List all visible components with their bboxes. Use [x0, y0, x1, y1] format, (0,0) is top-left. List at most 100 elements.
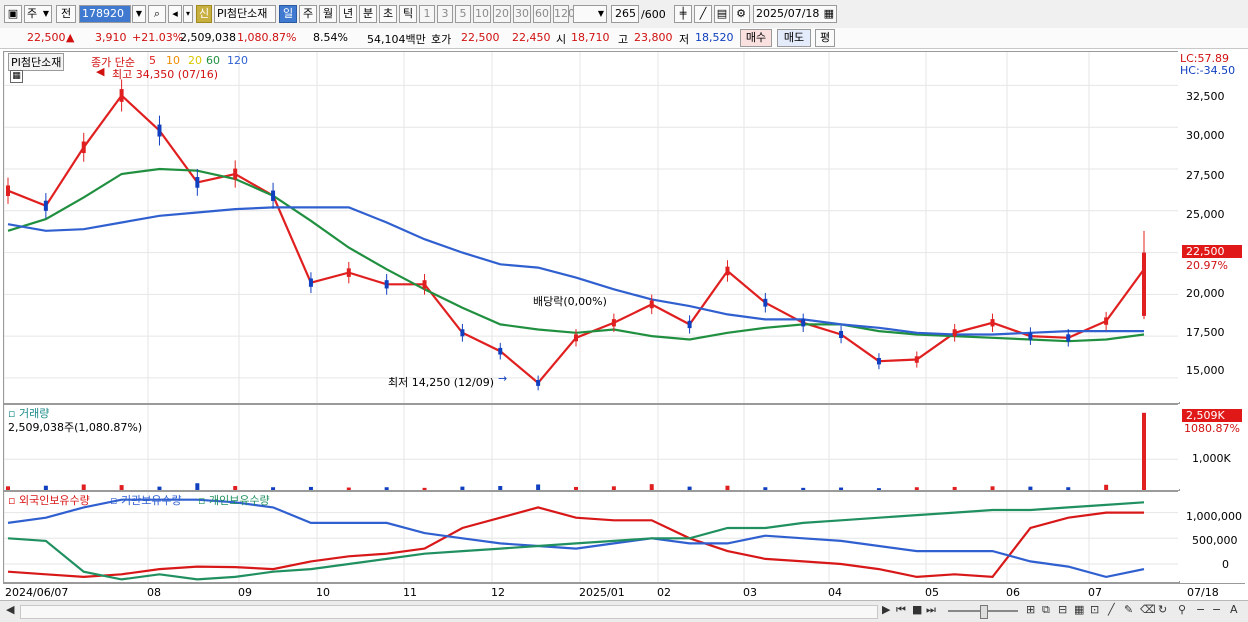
current-price: 22,500 [27, 31, 66, 44]
custom-interval-select[interactable]: ▼ [573, 5, 607, 23]
period-month-tab[interactable]: 월 [319, 5, 337, 23]
y-tick: 20,000 [1186, 287, 1225, 300]
candle-body [839, 330, 844, 339]
candle-body [687, 320, 692, 329]
x-label: 08 [147, 586, 161, 599]
interval-60-button[interactable]: 60 [533, 5, 551, 23]
high-price: 23,800 [634, 31, 673, 44]
candle-body [195, 177, 200, 188]
interval-1-button[interactable]: 1 [419, 5, 435, 23]
x-label: 07 [1088, 586, 1102, 599]
period-day-tab[interactable]: 일 [279, 5, 297, 23]
window-copy-icon[interactable]: ⧉ [1042, 603, 1050, 617]
candle-type-icon[interactable]: ╪ [674, 5, 692, 23]
jump-end-icon[interactable]: ⏭ [926, 603, 936, 617]
settings-gear-icon[interactable]: ⚙ [732, 5, 750, 23]
legend-foreign[interactable]: ▫ 외국인보유수량 [8, 492, 90, 508]
x-label: 05 [925, 586, 939, 599]
legend-individual[interactable]: ▫ 개인보유수량 [198, 492, 270, 508]
interval-120-button[interactable]: 120 [553, 5, 575, 23]
window-menu-icon[interactable]: ▣ [4, 5, 22, 23]
ma-line-60 [7, 167, 1145, 343]
market-scope-button[interactable]: 전 [56, 5, 76, 23]
horizontal-scrollbar[interactable] [20, 605, 878, 619]
period-second-tab[interactable]: 초 [379, 5, 397, 23]
zoom-slider-handle[interactable] [980, 605, 988, 619]
toolbar: ▣ 주 ▼ 전 178920 ▼ ⌕ ◂ ▾ 신 PI첨단소재 일 주 월 년 분… [0, 0, 1248, 29]
candle-body [157, 124, 162, 137]
prev-stock-icon[interactable]: ◂ [168, 5, 182, 23]
x-label: 11 [403, 586, 417, 599]
evaluate-button[interactable]: 평 [815, 29, 835, 47]
volume-value: 2,509,038 [180, 31, 236, 44]
legend-institution[interactable]: ▫ 기관보유수량 [110, 492, 182, 508]
x-label: 10 [316, 586, 330, 599]
candle-body [384, 280, 389, 289]
volume-bar [649, 484, 654, 490]
date-input[interactable]: 2025/07/18 ▦ [753, 5, 837, 23]
trade-amount: 54,104백만 [367, 33, 426, 46]
x-label: 2024/06/07 [5, 586, 69, 599]
stop-icon[interactable]: ■ [912, 603, 922, 616]
minus-icon[interactable]: − [1212, 603, 1221, 616]
code-dropdown-button[interactable]: ▼ [132, 5, 146, 23]
ask-price: 22,500 [461, 31, 500, 44]
interval-3-button[interactable]: 3 [437, 5, 453, 23]
scroll-right-icon[interactable]: ▶ [882, 603, 890, 616]
draw-tool-icon[interactable]: ╱ [694, 5, 712, 23]
table-icon[interactable]: ▦ [10, 70, 23, 83]
next-stock-icon[interactable]: ▾ [183, 5, 193, 23]
interval-20-button[interactable]: 20 [493, 5, 511, 23]
calendar-icon[interactable]: ▦ [824, 6, 834, 22]
text-tool-icon[interactable]: A [1230, 603, 1238, 616]
volume-pane[interactable]: ▫ 거래량 2,509,038주(1,080.87%) [3, 404, 1180, 491]
y-tick: 27,500 [1186, 169, 1225, 182]
market-type-select[interactable]: 주 ▼ [24, 5, 52, 23]
layout-icon[interactable]: ⊟ [1058, 603, 1067, 616]
stock-code-input[interactable]: 178920 [79, 5, 131, 23]
date-value: 2025/07/18 [756, 7, 820, 20]
display-count-input[interactable]: 265 [611, 5, 639, 23]
legend-foreign-text: 외국인보유수량 [18, 494, 90, 507]
interval-30-button[interactable]: 30 [513, 5, 531, 23]
holding-pane[interactable]: ▫ 외국인보유수량 ▫ 기관보유수량 ▫ 개인보유수량 [3, 491, 1180, 583]
ruler-icon[interactable]: ⊡ [1090, 603, 1099, 616]
eraser-icon[interactable]: ⌫ [1140, 603, 1156, 616]
volume-chart[interactable] [3, 405, 1179, 490]
window-split-icon[interactable]: ⊞ [1026, 603, 1035, 616]
zoom-out-icon[interactable]: − [1196, 603, 1205, 616]
period-week-tab[interactable]: 주 [299, 5, 317, 23]
open-label: 시 [556, 33, 567, 46]
volume-last-tag: 2,509K [1182, 409, 1242, 422]
display-count-total: /600 [641, 8, 666, 21]
trendline-icon[interactable]: ╱ [1108, 603, 1115, 616]
price-y-axis: LC:57.89 HC:-34.50 32,500 30,000 27,500 … [1178, 51, 1245, 402]
jump-start-icon[interactable]: ⏮ [896, 603, 906, 617]
candle-body [460, 329, 465, 337]
grid-icon[interactable]: ▦ [1074, 603, 1084, 616]
interval-10-button[interactable]: 10 [473, 5, 491, 23]
refresh-icon[interactable]: ↻ [1158, 603, 1167, 616]
period-year-tab[interactable]: 년 [339, 5, 357, 23]
pencil-icon[interactable]: ✎ [1124, 603, 1133, 616]
period-minute-tab[interactable]: 분 [359, 5, 377, 23]
save-icon[interactable]: ▤ [714, 5, 730, 23]
price-chart[interactable] [3, 52, 1179, 403]
buy-button[interactable]: 매수 [740, 29, 772, 47]
interval-5-button[interactable]: 5 [455, 5, 471, 23]
price-pane[interactable]: PI첨단소재 종가 단순 5 10 20 60 120 ▦ ◀ 최고 34,35… [3, 51, 1180, 404]
volume-bar [384, 487, 389, 490]
magnifier-icon[interactable]: ⚲ [1178, 603, 1186, 616]
y-tick: 32,500 [1186, 90, 1225, 103]
legend-stock-name[interactable]: PI첨단소재 [8, 53, 65, 71]
candle-body [574, 334, 578, 342]
search-icon[interactable]: ⌕ [148, 5, 166, 23]
quote-info-bar: 22,500 ▲ 3,910 +21.03% 2,509,038 1,080.8… [0, 28, 1248, 49]
candle-body [233, 168, 238, 180]
volume-bar [952, 486, 957, 490]
candle-body [876, 358, 881, 365]
sell-button[interactable]: 매도 [777, 29, 811, 47]
period-tick-tab[interactable]: 틱 [399, 5, 417, 23]
legend-ma-120[interactable]: 120 [227, 54, 248, 67]
scroll-left-icon[interactable]: ◀ [6, 603, 14, 616]
